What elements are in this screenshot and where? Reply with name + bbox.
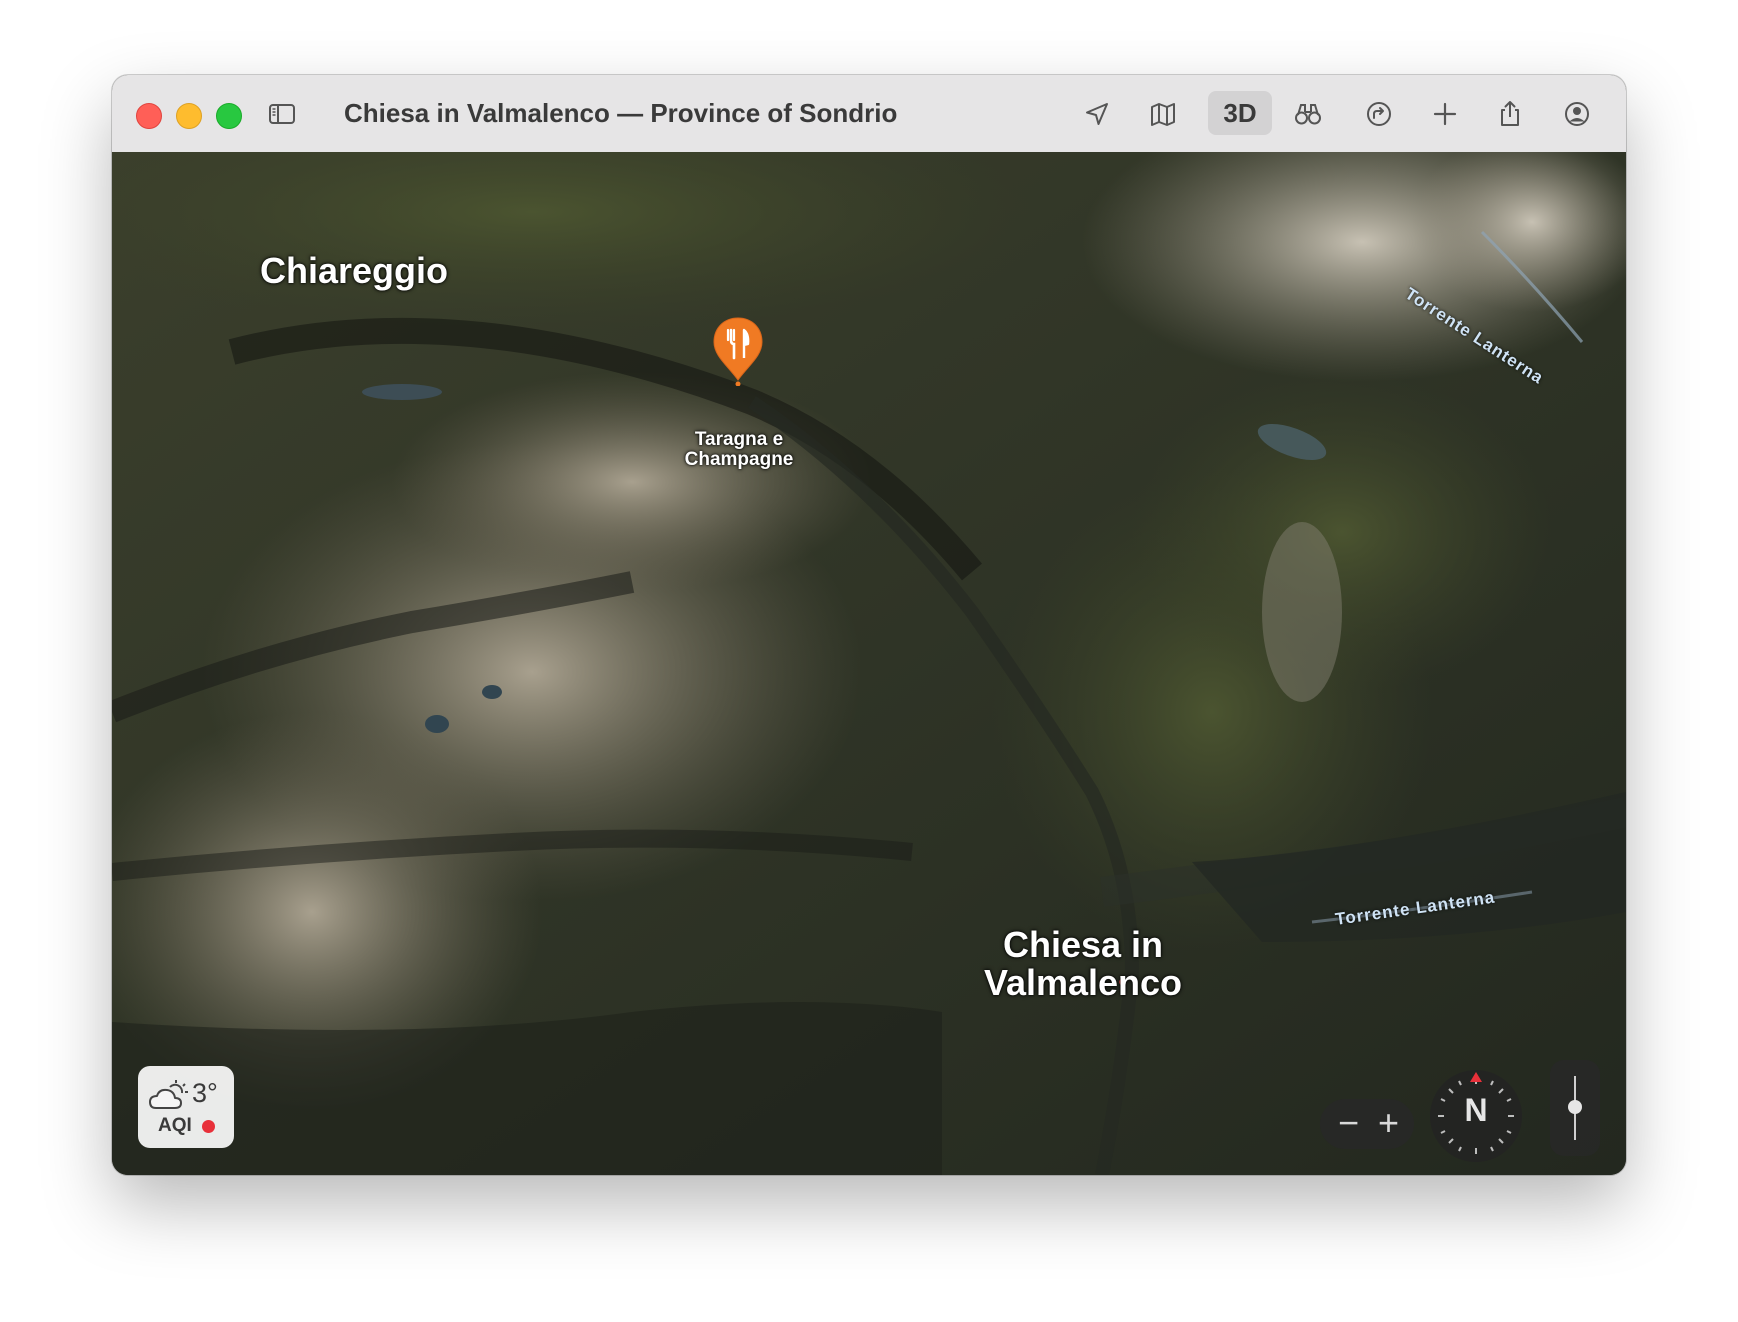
partly-cloudy-icon xyxy=(149,1080,188,1109)
maps-window: Chiesa in Valmalenco — Province of Sondr… xyxy=(112,75,1626,1175)
place-label-chiesa-in-valmalenco[interactable]: Chiesa in Valmalenco xyxy=(968,926,1198,1002)
pitch-handle[interactable] xyxy=(1568,1100,1582,1114)
compass-label: N xyxy=(1464,1092,1488,1128)
temperature: 3° xyxy=(192,1078,218,1108)
view-3d-button[interactable]: 3D xyxy=(1208,91,1272,135)
close-button[interactable] xyxy=(136,103,162,129)
place-label-chiareggio[interactable]: Chiareggio xyxy=(260,252,448,290)
zoom-window-button[interactable] xyxy=(216,103,242,129)
share-icon[interactable] xyxy=(1490,94,1530,134)
location-arrow-icon[interactable] xyxy=(1077,94,1117,134)
zoom-control: − + xyxy=(1320,1099,1414,1149)
aqi-label: AQI xyxy=(158,1115,192,1136)
aqi-status-dot xyxy=(202,1120,215,1133)
plus-icon[interactable] xyxy=(1425,94,1465,134)
fork-knife-icon[interactable] xyxy=(710,316,766,386)
window-title: Chiesa in Valmalenco — Province of Sondr… xyxy=(344,98,898,128)
binoculars-icon[interactable] xyxy=(1288,94,1328,134)
account-icon[interactable] xyxy=(1557,94,1597,134)
zoom-out-button[interactable]: − xyxy=(1338,1103,1359,1143)
titlebar: Chiesa in Valmalenco — Province of Sondr… xyxy=(112,75,1626,153)
map-canvas[interactable]: Chiareggio Taragna e Champagne Torrente … xyxy=(112,152,1626,1175)
map-icon[interactable] xyxy=(1143,94,1183,134)
poi-label-taragna[interactable]: Taragna e Champagne xyxy=(678,430,800,470)
sidebar-icon[interactable] xyxy=(262,94,302,134)
minimize-button[interactable] xyxy=(176,103,202,129)
pitch-slider[interactable] xyxy=(1550,1060,1600,1156)
satellite-terrain xyxy=(112,152,1626,1175)
compass-button[interactable]: N xyxy=(1430,1070,1522,1162)
weather-widget[interactable]: 3° AQI xyxy=(138,1066,234,1148)
directions-icon[interactable] xyxy=(1359,94,1399,134)
zoom-in-button[interactable]: + xyxy=(1378,1103,1399,1143)
